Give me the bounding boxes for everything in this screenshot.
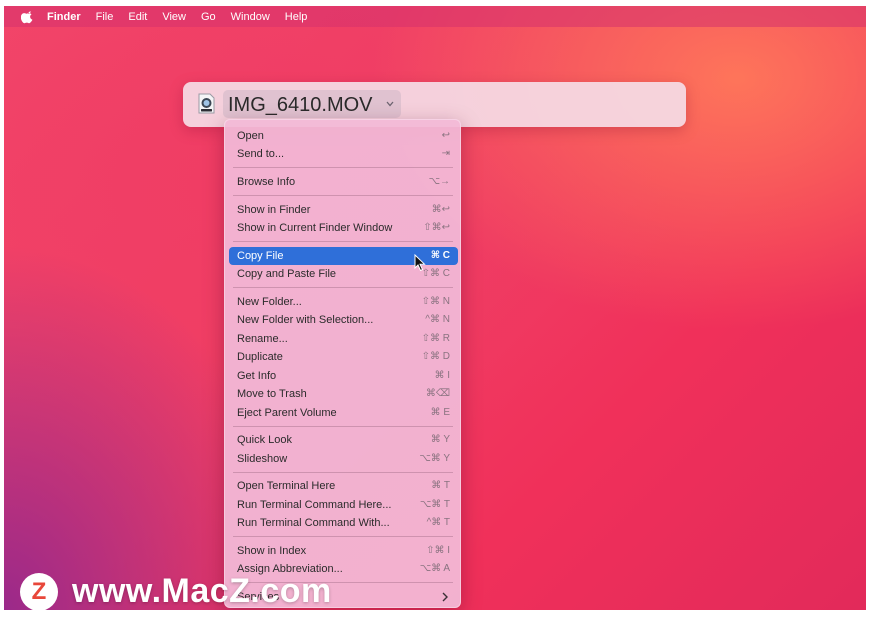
- menu-item-label: Show in Index: [237, 545, 307, 557]
- menu-item-label: Get Info: [237, 370, 277, 382]
- menu-item-label: Copy and Paste File: [237, 268, 337, 280]
- watermark: Z www.MacZ.com: [20, 572, 332, 610]
- menu-item-shortcut: ⌘ Y: [430, 434, 450, 445]
- menu-item-rename[interactable]: Rename... ⇧⌘ R: [229, 330, 458, 348]
- menu-bar: Finder File Edit View Go Window Help: [4, 6, 866, 27]
- menu-item-shortcut: ⌘ T: [431, 480, 450, 491]
- menu-separator: [233, 287, 453, 288]
- menu-item-label: Copy File: [237, 250, 284, 262]
- menu-item-shortcut: ⌘ C: [430, 250, 450, 261]
- menu-item-shortcut: ⌥⌘ Y: [419, 453, 450, 464]
- desktop: Finder File Edit View Go Window Help IMG…: [4, 6, 866, 610]
- menu-item-run-terminal-command-with[interactable]: Run Terminal Command With... ^⌘ T: [229, 514, 458, 532]
- menu-item-shortcut: ^⌘ T: [426, 517, 450, 528]
- menu-item-label: Move to Trash: [237, 388, 307, 400]
- menu-finder[interactable]: Finder: [47, 11, 81, 23]
- menu-item-quick-look[interactable]: Quick Look ⌘ Y: [229, 431, 458, 449]
- menu-separator: [233, 426, 453, 427]
- menu-item-shortcut: ^⌘ N: [425, 314, 450, 325]
- menu-item-show-in-finder[interactable]: Show in Finder ⌘↩: [229, 201, 458, 219]
- menu-file[interactable]: File: [96, 11, 114, 23]
- menu-item-label: Slideshow: [237, 453, 288, 465]
- menu-item-label: Eject Parent Volume: [237, 407, 337, 419]
- watermark-text: www.MacZ.com: [72, 572, 332, 610]
- menu-separator: [233, 195, 453, 196]
- menu-window[interactable]: Window: [231, 11, 270, 23]
- menu-item-new-folder[interactable]: New Folder... ⇧⌘ N: [229, 293, 458, 311]
- menu-item-shortcut: ⌥⌘ T: [419, 499, 450, 510]
- menu-item-shortcut: ⇧⌘ R: [421, 333, 450, 344]
- menu-item-label: Run Terminal Command Here...: [237, 499, 392, 511]
- menu-separator: [233, 167, 453, 168]
- menu-item-shortcut: ⌥⌘ A: [419, 563, 450, 574]
- menu-item-open[interactable]: Open ↩: [229, 127, 458, 145]
- menu-separator: [233, 472, 453, 473]
- menu-item-label: Show in Finder: [237, 204, 311, 216]
- menu-item-show-in-index[interactable]: Show in Index ⇧⌘ I: [229, 542, 458, 560]
- menu-item-move-to-trash[interactable]: Move to Trash ⌘⌫: [229, 385, 458, 403]
- menu-item-label: Quick Look: [237, 434, 293, 446]
- mouse-pointer-icon: [414, 254, 426, 272]
- macz-logo-icon: Z: [20, 572, 58, 610]
- menu-item-open-terminal-here[interactable]: Open Terminal Here ⌘ T: [229, 477, 458, 495]
- menu-item-label: Send to...: [237, 148, 285, 160]
- menu-item-label: New Folder with Selection...: [237, 314, 374, 326]
- menu-separator: [233, 536, 453, 537]
- menu-item-shortcut: ⇧⌘ D: [421, 351, 450, 362]
- menu-item-label: Browse Info: [237, 176, 296, 188]
- menu-item-shortcut: ⌘↩: [431, 204, 450, 215]
- apple-logo-icon[interactable]: [21, 10, 35, 24]
- context-menu: Open ↩ Send to... ⇥ Browse Info ⌥→ Show …: [224, 119, 461, 608]
- chevron-right-icon: [442, 592, 448, 602]
- menu-item-label: Duplicate: [237, 351, 283, 363]
- menu-item-browse-info[interactable]: Browse Info ⌥→: [229, 173, 458, 191]
- menu-item-shortcut: ⇧⌘↩: [423, 222, 450, 233]
- menu-help[interactable]: Help: [285, 11, 308, 23]
- menu-view[interactable]: View: [162, 11, 186, 23]
- menu-item-label: Open Terminal Here: [237, 480, 336, 492]
- menu-item-label: Rename...: [237, 333, 288, 345]
- menu-item-label: Show in Current Finder Window: [237, 222, 393, 234]
- menu-item-shortcut: ⇥: [441, 148, 450, 159]
- menu-item-duplicate[interactable]: Duplicate ⇧⌘ D: [229, 348, 458, 366]
- file-name: IMG_6410.MOV: [228, 94, 373, 116]
- menu-item-shortcut: ⌥→: [428, 176, 450, 187]
- menu-item-shortcut: ↩: [441, 130, 450, 141]
- menu-separator: [233, 241, 453, 242]
- menu-go[interactable]: Go: [201, 11, 216, 23]
- menu-item-new-folder-with-selection[interactable]: New Folder with Selection... ^⌘ N: [229, 311, 458, 329]
- logo-letter: Z: [31, 577, 47, 605]
- menu-item-get-info[interactable]: Get Info ⌘ I: [229, 367, 458, 385]
- menu-item-label: Open: [237, 130, 264, 142]
- menu-item-shortcut: ⇧⌘ I: [426, 545, 450, 556]
- menu-item-eject-parent-volume[interactable]: Eject Parent Volume ⌘ E: [229, 404, 458, 422]
- menu-item-slideshow[interactable]: Slideshow ⌥⌘ Y: [229, 450, 458, 468]
- menu-item-shortcut: ⇧⌘ N: [421, 296, 450, 307]
- menu-item-shortcut: ⌘⌫: [425, 388, 450, 399]
- menu-item-run-terminal-command-here[interactable]: Run Terminal Command Here... ⌥⌘ T: [229, 496, 458, 514]
- quicktime-movie-icon: [198, 93, 215, 114]
- chevron-down-icon[interactable]: [386, 101, 394, 107]
- menu-edit[interactable]: Edit: [128, 11, 147, 23]
- menu-item-show-in-current-finder-window[interactable]: Show in Current Finder Window ⇧⌘↩: [229, 219, 458, 237]
- menu-item-label: New Folder...: [237, 296, 302, 308]
- menu-item-label: Run Terminal Command With...: [237, 517, 390, 529]
- menu-item-shortcut: ⌘ I: [434, 370, 450, 381]
- menu-item-send-to[interactable]: Send to... ⇥: [229, 145, 458, 163]
- menu-item-shortcut: ⌘ E: [430, 407, 450, 418]
